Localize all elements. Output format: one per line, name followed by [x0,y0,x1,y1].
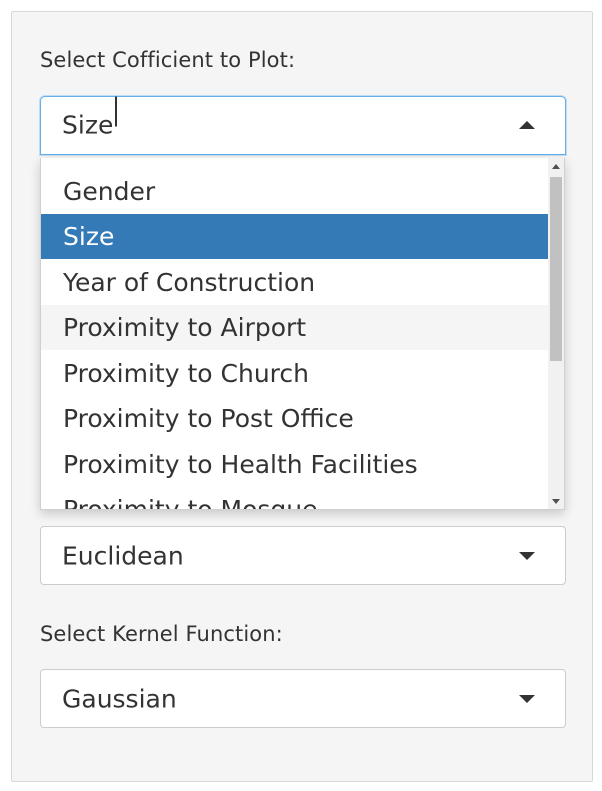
option-proximity-to-airport[interactable]: Proximity to Airport [41,305,549,350]
option-proximity-to-post-office[interactable]: Proximity to Post Office [41,396,549,441]
distance-select[interactable]: Euclidean [40,526,566,585]
option-proximity-to-church[interactable]: Proximity to Church [41,351,549,396]
dropdown-scrollbar[interactable] [548,158,564,509]
kernel-select[interactable]: Gaussian [40,669,566,728]
coefficient-select-value[interactable]: Size [62,96,118,141]
caret-up-icon[interactable] [519,120,535,129]
option-proximity-to-health-facilities[interactable]: Proximity to Health Facilities [41,442,549,487]
kernel-label: Select Kernel Function: [40,622,283,646]
coefficient-select-text: Size [62,110,114,139]
scroll-down-arrow-icon[interactable] [552,499,560,504]
coefficient-dropdown-list[interactable]: Gender Size Year of Construction Proximi… [40,158,565,510]
option-year-of-construction[interactable]: Year of Construction [41,260,549,305]
option-size[interactable]: Size [41,214,549,259]
scroll-up-arrow-icon[interactable] [552,164,560,169]
kernel-select-value: Gaussian [62,684,177,713]
distance-select-value: Euclidean [62,541,184,570]
option-gender[interactable]: Gender [41,169,549,214]
coefficient-label: Select Cofficient to Plot: [40,48,296,72]
option-proximity-to-mosque[interactable]: Proximity to Mosque [41,487,549,509]
scrollbar-thumb[interactable] [550,177,562,361]
coefficient-select[interactable]: Size [40,96,566,155]
caret-down-icon[interactable] [519,551,535,560]
caret-down-icon[interactable] [519,694,535,703]
text-cursor [115,96,118,126]
